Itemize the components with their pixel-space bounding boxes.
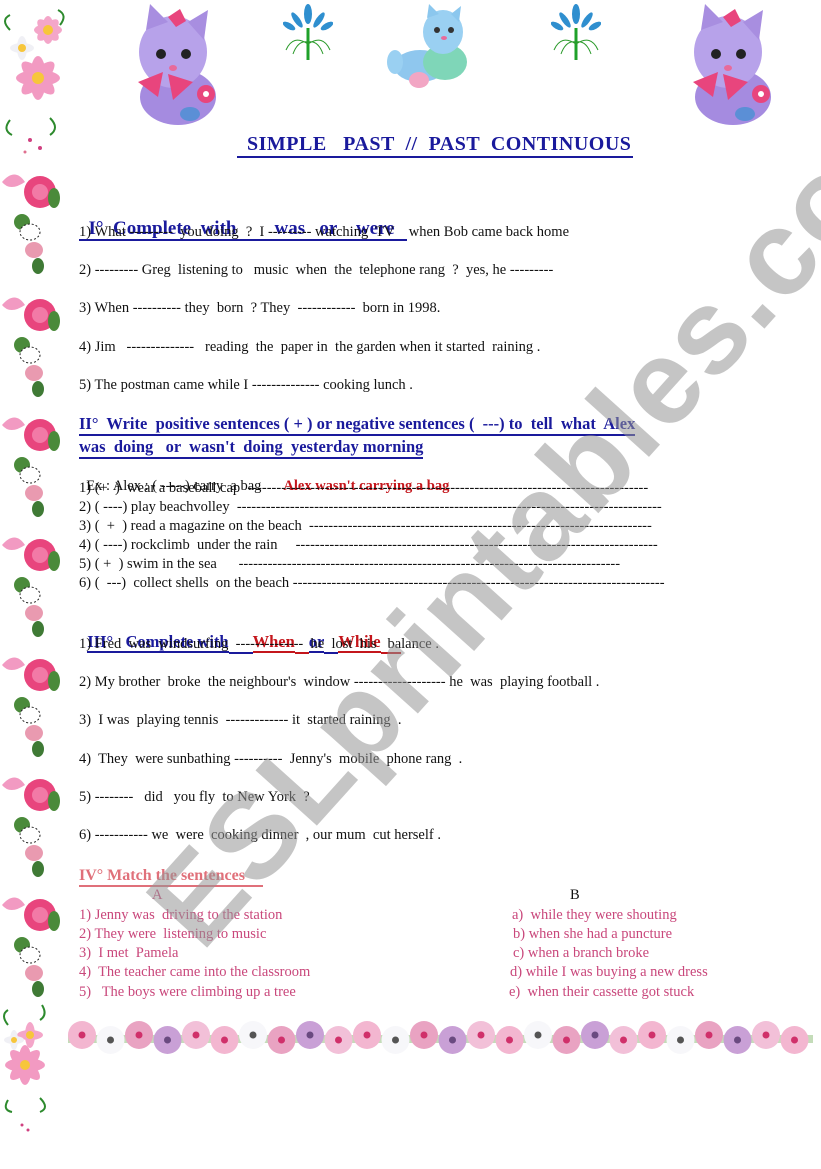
blue-flower-icon <box>551 4 601 60</box>
match-b-item: e) when their cassette got stuck <box>509 984 695 1000</box>
match-b-item: d) while I was buying a new dress <box>510 964 708 980</box>
pink-rose-icon <box>2 897 60 997</box>
garland-flower-center <box>420 1031 428 1039</box>
column-a-label: A <box>152 887 163 903</box>
garland-flower-center <box>392 1036 399 1044</box>
garland-flower-center <box>534 1031 542 1039</box>
garland-flower-center <box>648 1031 656 1039</box>
section-3-item: 6) ----------- we were cooking dinner , … <box>79 827 441 843</box>
section-3-item: 3) I was playing tennis ------------- it… <box>79 712 402 728</box>
garland-flower-center <box>306 1031 314 1039</box>
match-b-item: b) when she had a puncture <box>513 926 673 942</box>
garland-flower-center <box>762 1031 770 1039</box>
match-b-item: a) while they were shouting <box>512 907 677 923</box>
garland-flower-center <box>506 1036 513 1044</box>
purple-kitten-icon <box>693 4 771 125</box>
garland-flower-center <box>677 1036 684 1044</box>
match-a-item: 5) The boys were climbing up a tree <box>79 984 296 1000</box>
section-3-item: 5) -------- did you fly to New York ? <box>79 789 310 805</box>
purple-kitten-icon <box>138 4 216 125</box>
pink-rose-icon <box>2 297 60 397</box>
garland-flower-center <box>591 1031 599 1039</box>
blue-kitten-icon <box>387 4 467 88</box>
match-a-item: 4) The teacher came into the classroom <box>79 964 311 980</box>
garland-flower-center <box>705 1031 713 1039</box>
section-1-item: 4) Jim -------------- reading the paper … <box>79 339 541 355</box>
pink-daisy-cluster-icon <box>3 1004 46 1132</box>
pink-rose-icon <box>2 537 60 637</box>
blue-flower-icon <box>283 4 333 60</box>
section-2-item: 1) (+ ) wear a baseball cap ------------… <box>79 480 649 496</box>
pink-rose-icon <box>2 417 60 517</box>
garland-flower-center <box>78 1031 86 1039</box>
section-1-item: 1) What --------- you doing ? I --------… <box>79 224 570 240</box>
section-3-item: 2) My brother broke the neighbour's wind… <box>79 674 600 690</box>
section-1-item: 2) --------- Greg listening to music whe… <box>79 262 554 278</box>
section-2-item: 5) ( + ) swim in the sea ---------------… <box>79 556 621 572</box>
match-b-item: c) when a branch broke <box>513 945 650 961</box>
garland-flower-center <box>249 1031 257 1039</box>
garland-flower-center <box>477 1031 485 1039</box>
pink-rose-icon <box>2 174 60 274</box>
column-b-label: B <box>570 887 580 903</box>
garland-flower-center <box>164 1036 171 1044</box>
garland-flower-center <box>278 1036 285 1044</box>
section-2-item: 4) ( ----) rockclimb under the rain ----… <box>79 537 658 553</box>
section-2-item: 6) ( ---) collect shells on the beach --… <box>79 575 665 591</box>
flower-garland-icon <box>68 1021 813 1054</box>
pink-rose-icon <box>2 777 60 877</box>
garland-flower-center <box>192 1031 200 1039</box>
garland-flower-center <box>449 1036 456 1044</box>
garland-flower-center <box>107 1036 114 1044</box>
garland-flower-center <box>734 1036 741 1044</box>
section-1-item: 3) When ---------- they born ? They ----… <box>79 300 441 316</box>
section-2-item: 2) ( ----) play beachvolley ------------… <box>79 499 662 515</box>
match-a-item: 2) They were listening to music <box>79 926 267 942</box>
garland-flower-center <box>221 1036 228 1044</box>
pink-rose-icon <box>2 657 60 757</box>
section-4-heading: IV° Match the sentences <box>79 866 263 887</box>
garland-flower-center <box>363 1031 371 1039</box>
garland-flower-center <box>620 1036 627 1044</box>
section-3-item: 1) Fred was windsurfing -------------- h… <box>79 636 439 652</box>
section-3-item: 4) They were sunbathing ---------- Jenny… <box>79 751 463 767</box>
garland-flower-center <box>563 1036 570 1044</box>
garland-flower-center <box>791 1036 798 1044</box>
garland-flower-center <box>335 1036 342 1044</box>
match-a-item: 1) Jenny was driving to the station <box>79 907 283 923</box>
section-2-item: 3) ( + ) read a magazine on the beach --… <box>79 518 652 534</box>
page-title: SIMPLE PAST // PAST CONTINUOUS <box>237 133 634 158</box>
section-2-heading-line1: II° Write positive sentences ( + ) or ne… <box>79 414 636 436</box>
match-a-item: 3) I met Pamela <box>79 945 179 961</box>
garland-flower-center <box>135 1031 143 1039</box>
section-2-heading-line2: was doing or wasn't doing yesterday morn… <box>79 437 424 459</box>
pink-daisy-cluster-icon <box>4 9 65 154</box>
section-1-item: 5) The postman came while I ------------… <box>79 377 413 393</box>
